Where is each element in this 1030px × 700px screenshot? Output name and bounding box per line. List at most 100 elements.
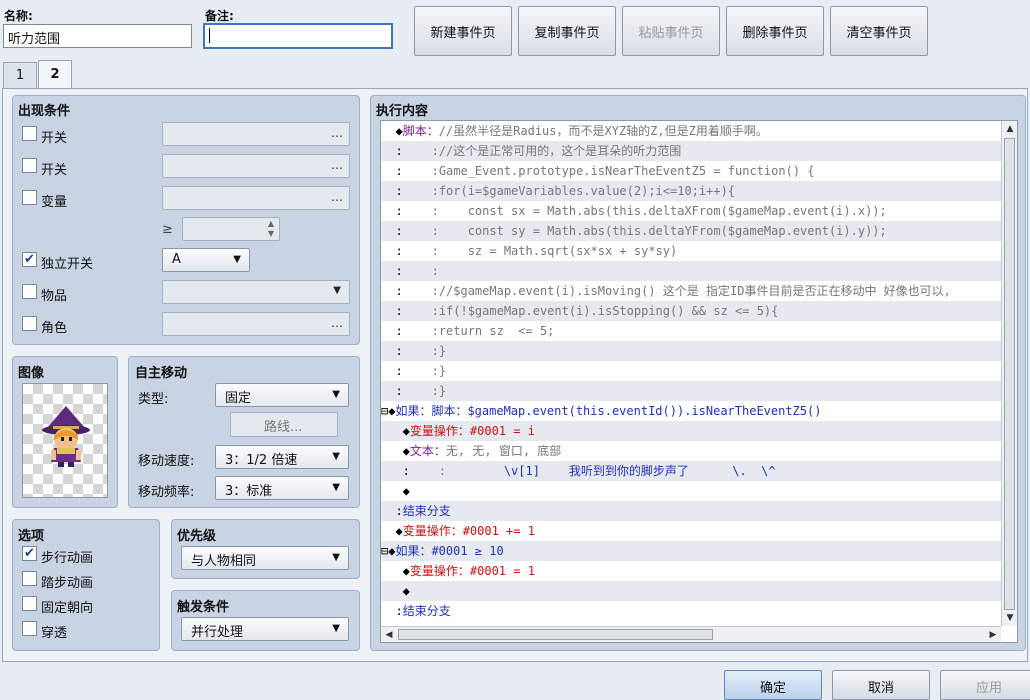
self-switch-select[interactable]: A ▼: [162, 248, 250, 272]
frequency-value: 3：标准: [225, 484, 273, 499]
command-text: :: [431, 364, 439, 378]
paste-page-button[interactable]: 粘贴事件页: [622, 6, 720, 56]
command-row[interactable]: :结束分支: [381, 601, 1001, 621]
command-row[interactable]: ◆脚本：//虽然半径是Radius，而不是XYZ轴的Z,但是Z用着顺手啊。: [381, 121, 1001, 141]
command-row[interactable]: : :if(!$gameMap.event(i).isStopping() &&…: [381, 301, 1001, 321]
switch2-label: 开关: [41, 163, 68, 178]
command-row[interactable]: : :for(i=$gameVariables.value(2);i<=10;i…: [381, 181, 1001, 201]
command-text: :: [431, 164, 439, 178]
stepping-anim-checkbox[interactable]: [22, 571, 37, 586]
event-image[interactable]: [22, 383, 108, 498]
command-row[interactable]: ◆变量操作：#0001 = 1: [381, 561, 1001, 581]
command-row[interactable]: ◆变量操作：#0001 = i: [381, 421, 1001, 441]
command-row[interactable]: ◆文本：无, 无, 窗口, 底部: [381, 441, 1001, 461]
clear-page-button[interactable]: 清空事件页: [830, 6, 928, 56]
command-row[interactable]: : : \v[1] 我听到到你的脚步声了 \. \^: [381, 461, 1001, 481]
self-switch-checkbox[interactable]: ✔: [22, 252, 37, 267]
spin-up-icon[interactable]: ▲: [268, 219, 274, 228]
switch2-select[interactable]: …: [162, 154, 350, 178]
switch2-checkbox[interactable]: [22, 158, 37, 173]
direction-fix-checkbox[interactable]: [22, 596, 37, 611]
tab-page-1[interactable]: 1: [3, 62, 37, 88]
through-checkbox[interactable]: [22, 621, 37, 636]
scroll-up-icon[interactable]: ▲: [1003, 122, 1017, 136]
name-input[interactable]: 听力范围: [3, 24, 192, 48]
frequency-select[interactable]: 3：标准 ▼: [215, 476, 349, 500]
command-row[interactable]: : ://这个是正常可用的，这个是耳朵的听力范围: [381, 141, 1001, 161]
actor-select[interactable]: …: [162, 312, 350, 336]
text-caret: [209, 28, 210, 43]
command-prefix: :: [381, 284, 432, 298]
command-text: for(i=$gameVariables.value(2);i<=10;i++)…: [438, 184, 736, 198]
trigger-select[interactable]: 并行处理 ▼: [181, 617, 349, 641]
command-row[interactable]: : : sz = Math.sqrt(sx*sx + sy*sy): [381, 241, 1001, 261]
self-switch-label: 独立开关: [41, 257, 94, 272]
command-row[interactable]: ◆变量操作：#0001 += 1: [381, 521, 1001, 541]
command-row[interactable]: ⊟◆如果：脚本：$gameMap.event(this.eventId()).i…: [381, 401, 1001, 421]
vertical-scrollbar[interactable]: ▲ ▼: [1001, 121, 1017, 626]
command-row[interactable]: ◆: [381, 481, 1001, 501]
switch1-checkbox[interactable]: [22, 126, 37, 141]
ok-button[interactable]: 确定: [724, 670, 822, 700]
command-row[interactable]: : :}: [381, 361, 1001, 381]
horizontal-scroll-thumb[interactable]: [398, 629, 713, 640]
cancel-button[interactable]: 取消: [832, 670, 930, 700]
item-checkbox[interactable]: [22, 284, 37, 299]
command-text: :: [431, 264, 439, 278]
command-prefix: :: [381, 184, 432, 198]
priority-select[interactable]: 与人物相同 ▼: [181, 546, 349, 570]
command-row[interactable]: : : const sx = Math.abs(this.deltaXFrom(…: [381, 201, 1001, 221]
command-text: 文本：: [409, 444, 446, 458]
chevron-down-icon: ▼: [233, 254, 241, 265]
spin-down-icon[interactable]: ▼: [268, 229, 274, 238]
walking-anim-checkbox[interactable]: ✔: [22, 546, 37, 561]
conditions-title: 出现条件: [18, 104, 71, 119]
command-text: //$gameMap.event(i).isMoving() 这个是 指定ID事…: [438, 284, 951, 298]
command-list[interactable]: ◆脚本：//虽然半径是Radius，而不是XYZ轴的Z,但是Z用着顺手啊。 : …: [380, 120, 1018, 643]
delete-page-button[interactable]: 删除事件页: [726, 6, 824, 56]
variable-checkbox[interactable]: [22, 190, 37, 205]
horizontal-scrollbar[interactable]: ◀ ▶: [381, 626, 1001, 642]
new-page-button[interactable]: 新建事件页: [414, 6, 512, 56]
switch1-select[interactable]: …: [162, 122, 350, 146]
command-row[interactable]: :结束分支: [381, 501, 1001, 521]
copy-page-button[interactable]: 复制事件页: [518, 6, 616, 56]
command-text: :: [431, 204, 439, 218]
command-text: 无, 无, 窗口, 底部: [445, 444, 562, 458]
command-row[interactable]: : :Game_Event.prototype.isNearTheEventZ5…: [381, 161, 1001, 181]
apply-button[interactable]: 应用: [940, 670, 1030, 700]
command-row[interactable]: : :}: [381, 381, 1001, 401]
note-label: 备注:: [205, 9, 234, 23]
self-switch-value: A: [172, 252, 181, 267]
command-row[interactable]: : :return sz <= 5;: [381, 321, 1001, 341]
scroll-right-icon[interactable]: ▶: [986, 628, 1000, 642]
speed-select[interactable]: 3：1/2 倍速 ▼: [215, 445, 349, 469]
command-prefix: ⊟◆: [381, 544, 396, 558]
ellipsis-icon: …: [331, 126, 343, 140]
command-row[interactable]: ◆: [381, 581, 1001, 601]
command-row[interactable]: ⊟◆如果：#0001 ≥ 10: [381, 541, 1001, 561]
command-row[interactable]: : :}: [381, 341, 1001, 361]
scroll-down-icon[interactable]: ▼: [1003, 611, 1017, 625]
command-row[interactable]: : :: [381, 261, 1001, 281]
command-text: sz = Math.sqrt(sx*sx + sy*sy): [438, 244, 678, 258]
variable-select[interactable]: …: [162, 186, 350, 210]
ellipsis-icon: …: [331, 158, 343, 172]
command-rows: ◆脚本：//虽然半径是Radius，而不是XYZ轴的Z,但是Z用着顺手啊。 : …: [381, 121, 1001, 621]
scroll-left-icon[interactable]: ◀: [382, 628, 396, 642]
command-text: const sy = Math.abs(this.deltaYFrom($gam…: [438, 224, 887, 238]
type-select[interactable]: 固定 ▼: [215, 383, 349, 407]
item-select[interactable]: ▼: [162, 280, 350, 304]
route-button[interactable]: 路线...: [230, 412, 338, 437]
command-prefix: :: [381, 244, 432, 258]
vertical-scroll-thumb[interactable]: [1004, 138, 1015, 610]
variable-value-stepper[interactable]: ▲ ▼: [182, 217, 280, 241]
command-text: Game_Event.prototype.isNearTheEventZ5 = …: [438, 164, 815, 178]
actor-checkbox[interactable]: [22, 316, 37, 331]
command-row[interactable]: : : const sy = Math.abs(this.deltaYFrom(…: [381, 221, 1001, 241]
command-prefix: :: [381, 324, 432, 338]
walking-anim-label: 步行动画: [41, 551, 94, 566]
tab-page-2[interactable]: 2: [38, 60, 72, 88]
note-input[interactable]: [203, 23, 393, 49]
command-row[interactable]: : ://$gameMap.event(i).isMoving() 这个是 指定…: [381, 281, 1001, 301]
